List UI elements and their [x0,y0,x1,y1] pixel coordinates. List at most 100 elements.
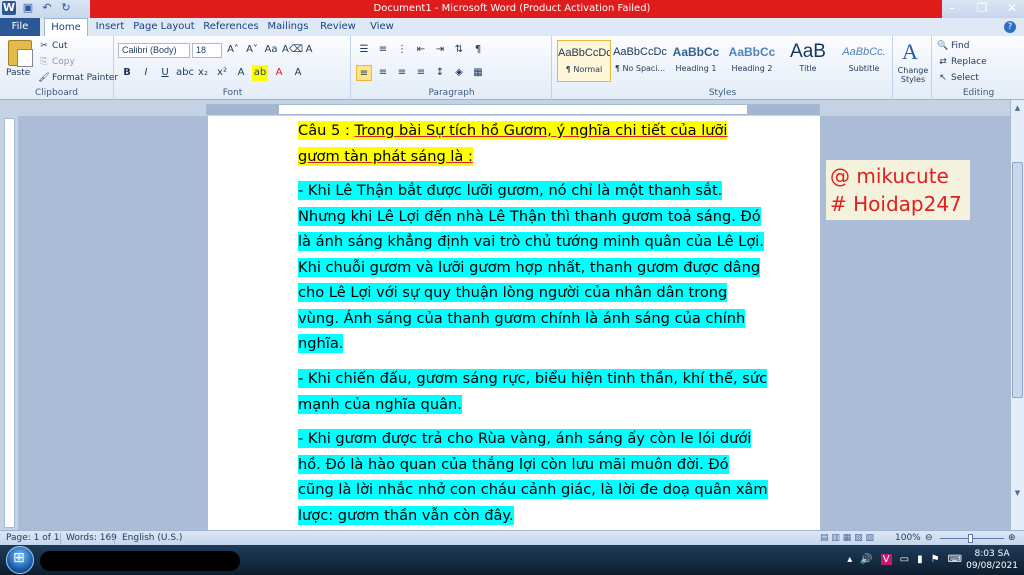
style-preview: AaBbCc [672,45,720,59]
style-normal[interactable]: AaBbCcDc ¶ Normal [557,40,611,82]
character-border-icon[interactable]: A [301,42,317,58]
style-title[interactable]: AaB Title [781,40,835,82]
borders-icon[interactable]: ▦ [470,65,486,81]
tab-home[interactable]: Home [44,18,88,36]
scroll-down-icon[interactable]: ▼ [1011,487,1024,500]
style-subtitle[interactable]: AaBbCc. Subtitle [837,40,891,82]
styles-group: AaBbCcDc ¶ Normal AaBbCcDc ¶ No Spaci...… [553,36,893,100]
subscript-icon[interactable]: x₂ [195,65,211,81]
start-button[interactable] [6,546,34,574]
align-right-icon[interactable]: ≡ [394,65,410,81]
clipboard-group: Paste ✂ Cut ⎘ Copy 🖌 Format Painter Clipboa… [0,36,118,100]
char-shading-icon[interactable]: A [290,65,306,81]
select-button[interactable]: ↖ Select [937,71,979,85]
change-styles-button[interactable]: Change Styles [896,66,930,84]
zoom-slider-thumb[interactable] [968,534,973,543]
style-preview: AaBbCc [728,45,776,59]
format-painter-button[interactable]: 🖌 Format Painter [38,71,118,85]
numbering-icon[interactable]: ≡ [375,42,391,58]
align-center-icon[interactable]: ≡ [375,65,391,81]
shrink-font-icon[interactable]: A˅ [244,42,260,58]
answer-paragraph-1[interactable]: - Khi Lê Thận bắt được lưỡi gươm, nó chỉ… [298,178,768,357]
style-heading-2[interactable]: AaBbCc Heading 2 [725,40,779,82]
superscript-icon[interactable]: x² [214,65,230,81]
tab-references[interactable]: References [200,18,262,36]
language-tray-icon[interactable]: ⌨ [948,554,962,565]
network-icon[interactable]: ▮ [917,554,923,565]
zoom-in-icon[interactable]: ⊕ [1008,533,1016,543]
zoom-level[interactable]: 100% [895,533,921,543]
copy-button[interactable]: ⎘ Copy [38,55,74,69]
bullets-icon[interactable]: ☰ [356,42,372,58]
tab-view[interactable]: View [362,18,402,36]
page-count[interactable]: Page: 1 of 1 [6,533,60,543]
help-icon[interactable]: ? [1004,21,1016,33]
vertical-scrollbar[interactable]: ▲ ▼ [1010,100,1024,530]
maximize-icon[interactable]: ❐ [974,1,990,15]
tab-file[interactable]: File [0,18,40,36]
close-icon[interactable]: ✕ [1004,1,1020,15]
increase-indent-icon[interactable]: ⇥ [432,42,448,58]
scrollbar-thumb[interactable] [1012,162,1023,398]
notification-icon[interactable]: ⚑ [931,554,940,565]
document-page[interactable]: Câu 5 : Trong bài Sự tích hồ Gươm, ý ngh… [208,116,820,530]
grow-font-icon[interactable]: A˄ [225,42,241,58]
clock[interactable]: 8:03 SA 09/08/2021 [966,548,1018,572]
show-marks-icon[interactable]: ¶ [470,42,486,58]
style-no-spacing[interactable]: AaBbCcDc ¶ No Spaci... [613,40,667,82]
answer-paragraph-2[interactable]: - Khi chiến đấu, gươm sáng rực, biểu hiệ… [298,366,768,417]
find-button[interactable]: 🔍 Find [937,39,969,53]
copy-icon: ⎘ [40,57,48,67]
change-styles-icon[interactable]: A [902,39,918,65]
question-paragraph[interactable]: Câu 5 : Trong bài Sự tích hồ Gươm, ý ngh… [298,118,768,169]
vertical-ruler[interactable] [4,118,15,528]
horizontal-ruler[interactable] [206,104,820,115]
bold-icon[interactable]: B [119,65,135,81]
shading-icon[interactable]: ◈ [451,65,467,81]
taskbar: ▴ 🔊 V ▭ ▮ ⚑ ⌨ 8:03 SA 09/08/2021 [0,545,1024,575]
style-name: Heading 2 [731,64,773,73]
decrease-indent-icon[interactable]: ⇤ [413,42,429,58]
italic-icon[interactable]: I [138,65,154,81]
brush-icon: 🖌 [38,73,50,83]
underline-icon[interactable]: U [157,65,173,81]
volume-icon[interactable]: 🔊 [860,554,872,565]
replace-button[interactable]: ⇄ Replace [937,55,986,69]
font-color-icon[interactable]: A [271,65,287,81]
multilevel-list-icon[interactable]: ⋮ [394,42,410,58]
language-indicator[interactable]: English (U.S.) [122,533,182,543]
line-spacing-icon[interactable]: ↕ [432,65,448,81]
font-name-select[interactable]: Calibri (Body) [118,43,190,58]
justify-icon[interactable]: ≡ [413,65,429,81]
title-bar: W ▣ ↶ ↻ Document1 - Microsoft Word (Prod… [0,0,1024,18]
clear-format-icon[interactable]: A⌫ [282,42,303,58]
font-size-select[interactable]: 18 [192,43,222,58]
font-row-1: A˄ A˅ Aa A⌫ A [225,42,317,58]
battery-icon[interactable]: ▭ [900,554,909,565]
text-effects-icon[interactable]: A [233,65,249,81]
show-hidden-icons-icon[interactable]: ▴ [847,554,852,565]
style-heading-1[interactable]: AaBbCc Heading 1 [669,40,723,82]
sort-icon[interactable]: ⇅ [451,42,467,58]
view-buttons[interactable]: ▤ ▥ ▦ ▧ ▨ [820,533,874,543]
watermark-line-1: @ mikucute [830,164,949,188]
font-row-2: B I U abc x₂ x² A ab A A [119,65,306,81]
paste-button[interactable]: Paste [6,66,30,80]
cut-button[interactable]: ✂ Cut [38,39,67,53]
app-tray-icon[interactable]: V [880,554,892,565]
strikethrough-icon[interactable]: abc [176,65,194,81]
paste-icon[interactable] [8,40,33,67]
highlight-icon[interactable]: ab [252,65,268,81]
answer-paragraph-3[interactable]: - Khi gươm được trả cho Rùa vàng, ánh sá… [298,426,768,528]
binoculars-icon: 🔍 [937,41,949,51]
tab-mailings[interactable]: Mailings [264,18,312,36]
tab-insert[interactable]: Insert [90,18,130,36]
tab-review[interactable]: Review [316,18,360,36]
tab-page-layout[interactable]: Page Layout [132,18,196,36]
minimize-icon[interactable]: – [944,1,960,15]
change-case-icon[interactable]: Aa [263,42,279,58]
align-left-icon[interactable]: ≡ [356,65,372,81]
zoom-out-icon[interactable]: ⊖ [925,533,933,543]
word-count[interactable]: Words: 169 [66,533,117,543]
scroll-up-icon[interactable]: ▲ [1011,102,1024,115]
